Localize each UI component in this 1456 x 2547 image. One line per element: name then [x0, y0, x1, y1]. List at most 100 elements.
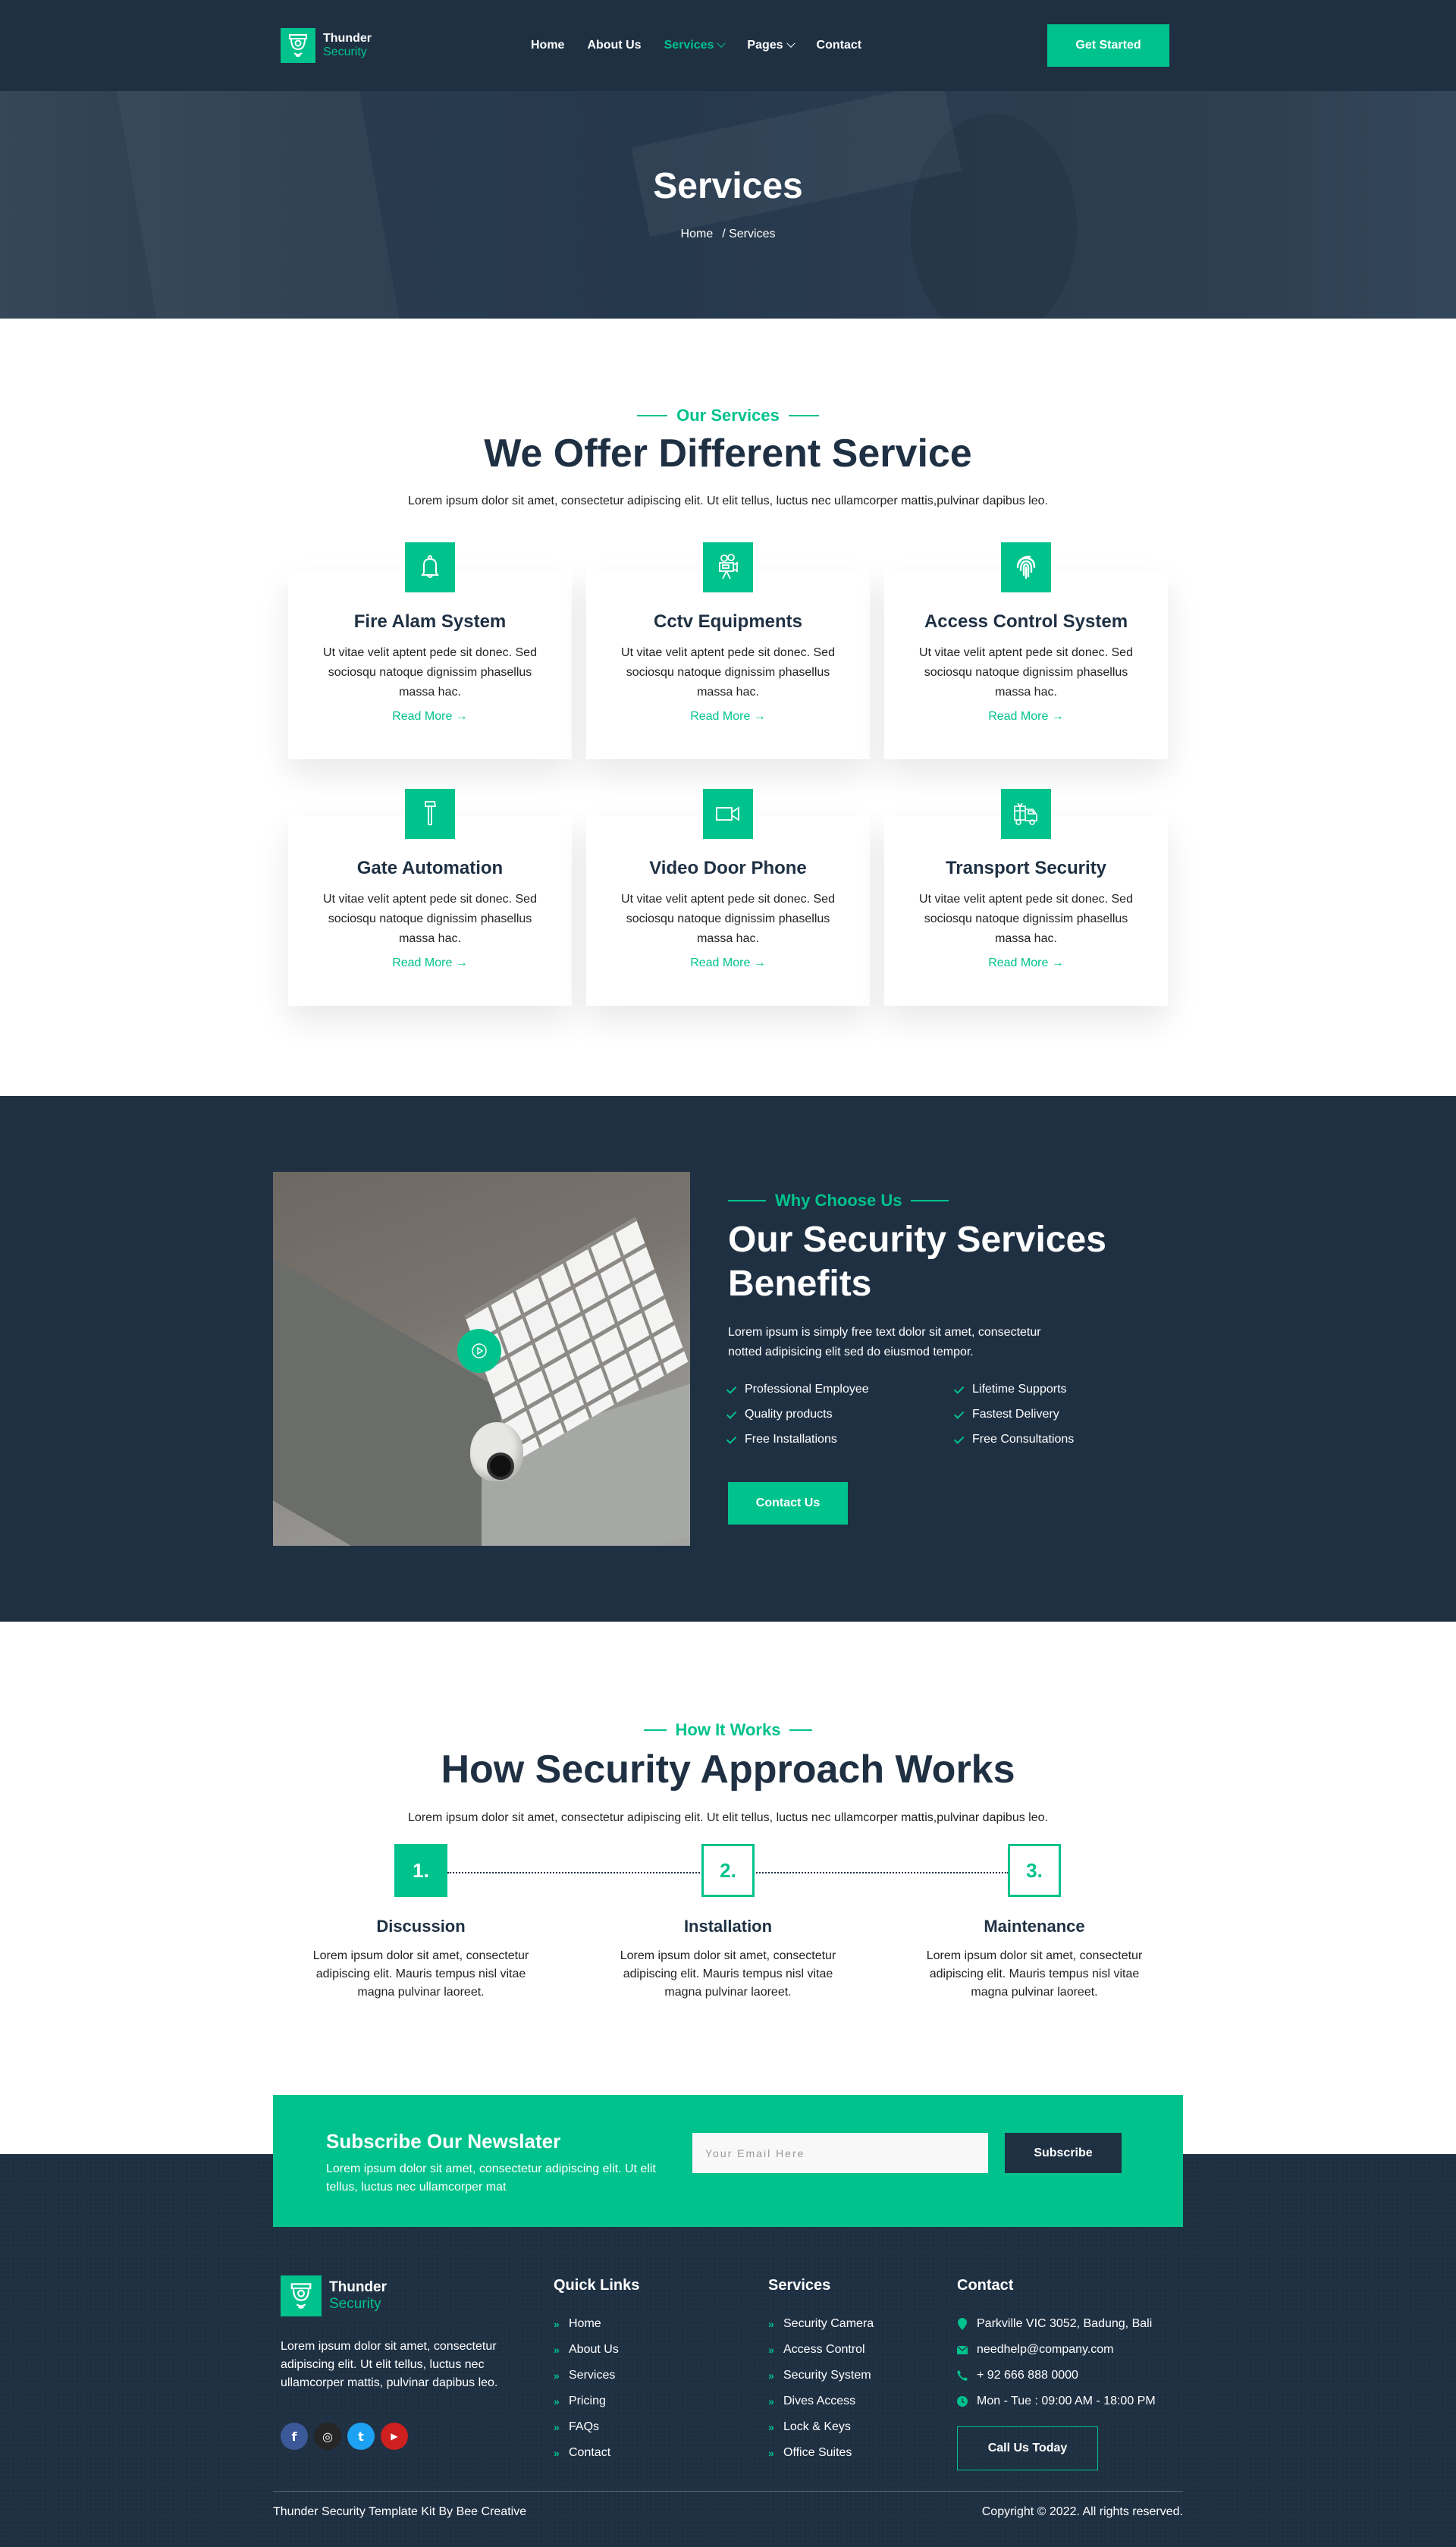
service-card-title: Transport Security — [945, 858, 1107, 878]
nav-services-label: Services — [664, 39, 714, 52]
footer-logo[interactable]: Thunder Security — [281, 2275, 516, 2316]
service-card-title: Fire Alam System — [353, 611, 507, 632]
site-logo[interactable]: Thunder Security — [281, 28, 372, 63]
contact-hours-text: Mon - Tue : 09:00 AM - 18:00 PM — [977, 2395, 1156, 2407]
benefit-item: Quality products — [726, 1406, 956, 1423]
nav-home-label: Home — [531, 39, 565, 52]
facebook-icon[interactable]: f — [281, 2423, 308, 2450]
footer-link[interactable]: » FAQs — [554, 2414, 639, 2440]
logo-text-line2: Security — [323, 46, 367, 58]
breadcrumb: Home / Services — [0, 228, 1456, 241]
double-chevron-icon: » — [768, 2344, 774, 2356]
social-links: f ◎ t ▶ — [281, 2423, 516, 2450]
benefit-label: Quality products — [745, 1408, 833, 1421]
double-chevron-icon: » — [768, 2395, 774, 2407]
footer-link[interactable]: » Pricing — [554, 2388, 639, 2414]
benefit-label: Lifetime Supports — [972, 1383, 1067, 1396]
nav-services[interactable]: Services — [664, 39, 726, 52]
footer-link-label: Pricing — [569, 2395, 606, 2407]
benefits-list: Professional Employee Lifetime Supports … — [726, 1381, 1153, 1448]
service-card: Fire Alam System Ut vitae velit aptent p… — [288, 542, 572, 759]
step-item: 2. Installation Lorem ipsum dolor sit am… — [607, 1844, 849, 2002]
step-item: 3. Maintenance Lorem ipsum dolor sit ame… — [913, 1844, 1156, 2002]
page-title: Services — [653, 166, 803, 206]
photo-wall-shape — [273, 1258, 500, 1546]
page-hero: Services Home / Services — [0, 91, 1456, 319]
divider-line — [643, 1729, 667, 1731]
read-more-link[interactable]: Read More → — [392, 956, 468, 970]
footer-link[interactable]: » Dives Access — [768, 2388, 874, 2414]
footer-quick-links-title: Quick Links — [554, 2277, 640, 2294]
subscribe-button[interactable]: Subscribe — [1005, 2133, 1122, 2173]
security-camera-icon — [281, 28, 315, 63]
twitter-icon[interactable]: t — [347, 2423, 375, 2450]
footer-link[interactable]: » Contact — [554, 2440, 639, 2466]
footer-link[interactable]: » Access Control — [768, 2337, 874, 2363]
newsletter-box: Subscribe Our Newslater Lorem ipsum dolo… — [273, 2095, 1183, 2227]
read-more-link[interactable]: Read More → — [988, 956, 1064, 970]
double-chevron-icon: » — [554, 2421, 560, 2433]
double-chevron-icon: » — [768, 2421, 774, 2433]
delivery-truck-icon — [1001, 789, 1051, 839]
double-chevron-icon: » — [554, 2370, 560, 2382]
services-title: We Offer Different Service — [484, 432, 972, 476]
footer-link[interactable]: » Security System — [768, 2363, 874, 2388]
contact-us-button[interactable]: Contact Us — [728, 1482, 848, 1525]
service-card-text: Ut vitae velit aptent pede sit donec. Se… — [323, 893, 537, 945]
breadcrumb-home[interactable]: Home — [681, 228, 714, 240]
double-chevron-icon: » — [554, 2318, 560, 2330]
hammer-icon — [405, 789, 455, 839]
contact-phone[interactable]: + 92 666 888 0000 — [957, 2363, 1156, 2388]
footer-link-label: Dives Access — [783, 2395, 856, 2407]
read-more-link[interactable]: Read More → — [392, 710, 468, 724]
nav-about-us[interactable]: About Us — [587, 39, 641, 52]
step-text: Lorem ipsum dolor sit amet, consectetur … — [620, 1949, 836, 1999]
footer-link[interactable]: » Office Suites — [768, 2440, 874, 2466]
service-card-title: Cctv Equipments — [653, 611, 803, 632]
footer-contact-title: Contact — [957, 2277, 1014, 2294]
get-started-button[interactable]: Get Started — [1047, 24, 1169, 67]
footer-services: Services » Security Camera » Access Contro… — [768, 2275, 874, 2466]
footer-contact: Contact Parkville VIC 3052, Badung, Bali… — [957, 2275, 1156, 2470]
footer-link[interactable]: » Security Camera — [768, 2311, 874, 2337]
footer-credit: Thunder Security Template Kit By Bee Cre… — [273, 2505, 527, 2518]
nav-pages[interactable]: Pages — [747, 39, 795, 52]
nav-home[interactable]: Home — [531, 39, 564, 52]
play-video-button[interactable] — [457, 1329, 501, 1373]
read-more-link[interactable]: Read More → — [988, 710, 1064, 724]
breadcrumb-current: / Services — [722, 228, 776, 240]
footer-link[interactable]: » Services — [554, 2363, 639, 2388]
double-chevron-icon: » — [768, 2447, 774, 2459]
check-icon — [953, 1433, 965, 1444]
email-input[interactable] — [692, 2133, 988, 2173]
envelope-icon — [957, 2344, 968, 2355]
how-title: How Security Approach Works — [441, 1748, 1015, 1792]
instagram-icon[interactable]: ◎ — [314, 2423, 341, 2450]
benefit-label: Professional Employee — [745, 1383, 869, 1396]
newsletter-title: Subscribe Our Newslater — [326, 2130, 561, 2153]
read-more-link[interactable]: Read More → — [690, 710, 766, 724]
call-us-today-button[interactable]: Call Us Today — [957, 2426, 1098, 2470]
read-more-link[interactable]: Read More → — [690, 956, 766, 970]
play-icon — [472, 1343, 487, 1358]
double-chevron-icon: » — [768, 2370, 774, 2382]
footer-link[interactable]: » About Us — [554, 2337, 639, 2363]
dome-camera-shape — [470, 1422, 523, 1481]
contact-hours: Mon - Tue : 09:00 AM - 18:00 PM — [957, 2388, 1156, 2414]
contact-phone-text: + 92 666 888 0000 — [977, 2369, 1078, 2382]
footer-link-label: Access Control — [783, 2343, 865, 2356]
youtube-icon[interactable]: ▶ — [381, 2423, 408, 2450]
contact-email[interactable]: needhelp@company.com — [957, 2337, 1156, 2363]
footer-link-label: FAQs — [569, 2420, 600, 2433]
nav-contact-label: Contact — [816, 39, 862, 52]
nav-contact[interactable]: Contact — [817, 39, 862, 52]
step-title: Discussion — [376, 1917, 466, 1936]
service-card-text: Ut vitae velit aptent pede sit donec. Se… — [621, 893, 835, 945]
check-icon — [726, 1383, 737, 1394]
benefit-item: Fastest Delivery — [953, 1406, 1145, 1423]
check-icon — [726, 1433, 737, 1444]
footer-link[interactable]: » Lock & Keys — [768, 2414, 874, 2440]
double-chevron-icon: » — [554, 2395, 560, 2407]
footer-services-title: Services — [768, 2277, 831, 2294]
footer-link[interactable]: » Home — [554, 2311, 639, 2337]
